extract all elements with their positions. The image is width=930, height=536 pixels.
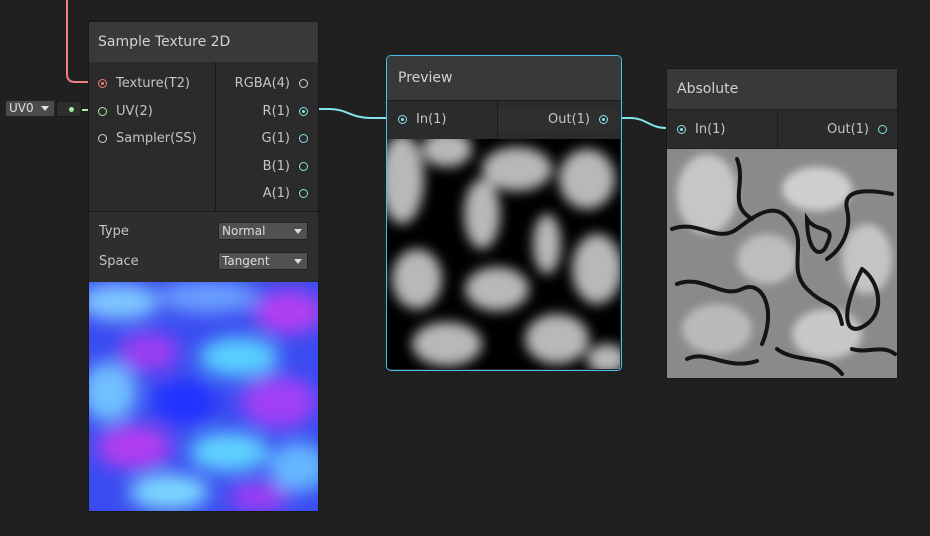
preview-input[interactable]: In(1) bbox=[387, 110, 497, 130]
absolute-input-port[interactable] bbox=[677, 125, 686, 134]
a-output-port[interactable] bbox=[299, 189, 308, 198]
preview-output-label: Out(1) bbox=[548, 112, 590, 127]
uv0-output-port[interactable] bbox=[69, 107, 74, 112]
normal-map-preview bbox=[89, 282, 318, 511]
space-dropdown[interactable]: Tangent bbox=[218, 252, 308, 270]
node-title[interactable]: Absolute bbox=[667, 69, 897, 109]
r-output[interactable]: R(1) bbox=[218, 102, 318, 122]
node-title[interactable]: Preview bbox=[387, 56, 621, 100]
g-output[interactable]: G(1) bbox=[218, 129, 318, 149]
uv0-connector[interactable] bbox=[56, 101, 82, 117]
g-output-label: G(1) bbox=[261, 131, 291, 146]
a-output-label: A(1) bbox=[262, 186, 290, 201]
absolute-output-port[interactable] bbox=[878, 125, 887, 134]
absolute-output[interactable]: Out(1) bbox=[778, 120, 897, 140]
sampler-input-label: Sampler(SS) bbox=[116, 131, 197, 146]
preview-node[interactable]: Preview In(1) Out(1) bbox=[386, 55, 622, 371]
port-area: In(1) Out(1) bbox=[387, 100, 621, 140]
type-dropdown[interactable]: Normal bbox=[218, 222, 308, 240]
absolute-output-label: Out(1) bbox=[827, 122, 869, 137]
r-output-label: R(1) bbox=[262, 104, 290, 119]
absolute-input[interactable]: In(1) bbox=[667, 120, 777, 140]
b-output-label: B(1) bbox=[262, 159, 290, 174]
absolute-preview-image bbox=[667, 149, 897, 378]
rgba-output-port[interactable] bbox=[299, 79, 308, 88]
absolute-input-label: In(1) bbox=[695, 122, 726, 137]
space-value: Tangent bbox=[222, 254, 270, 268]
chevron-down-icon bbox=[41, 106, 49, 111]
uv-input-label: UV(2) bbox=[116, 104, 153, 119]
port-area: In(1) Out(1) bbox=[667, 109, 897, 149]
b-output[interactable]: B(1) bbox=[218, 157, 318, 177]
port-area: Texture(T2) UV(2) Sampler(SS) RGBA(4) R(… bbox=[89, 62, 318, 211]
a-output[interactable]: A(1) bbox=[218, 184, 318, 204]
texture-input-label: Texture(T2) bbox=[116, 76, 190, 91]
texture-input-port[interactable] bbox=[98, 79, 107, 88]
preview-input-port[interactable] bbox=[398, 115, 407, 124]
sample-texture-2d-node[interactable]: Sample Texture 2D Texture(T2) UV(2) Samp… bbox=[88, 21, 319, 512]
uv-input-port[interactable] bbox=[98, 107, 107, 116]
uv0-label: UV0 bbox=[9, 101, 34, 115]
r-output-port[interactable] bbox=[299, 107, 308, 116]
chevron-down-icon bbox=[294, 229, 302, 234]
type-label: Type bbox=[99, 224, 129, 239]
port-divider bbox=[215, 62, 216, 211]
preview-input-label: In(1) bbox=[416, 112, 447, 127]
uv0-dropdown[interactable]: UV0 bbox=[5, 100, 55, 117]
space-label: Space bbox=[99, 254, 139, 269]
preview-image bbox=[387, 139, 620, 369]
rgba-output[interactable]: RGBA(4) bbox=[218, 74, 318, 94]
node-title[interactable]: Sample Texture 2D bbox=[89, 22, 318, 62]
preview-output[interactable]: Out(1) bbox=[498, 110, 620, 130]
b-output-port[interactable] bbox=[299, 162, 308, 171]
absolute-node[interactable]: Absolute In(1) Out(1) bbox=[666, 68, 898, 379]
chevron-down-icon bbox=[294, 259, 302, 264]
sampler-input-port[interactable] bbox=[98, 134, 107, 143]
type-value: Normal bbox=[222, 224, 266, 238]
properties-area: Type Normal Space Tangent bbox=[89, 212, 318, 281]
g-output-port[interactable] bbox=[299, 134, 308, 143]
preview-output-port[interactable] bbox=[599, 115, 608, 124]
rgba-output-label: RGBA(4) bbox=[234, 76, 290, 91]
